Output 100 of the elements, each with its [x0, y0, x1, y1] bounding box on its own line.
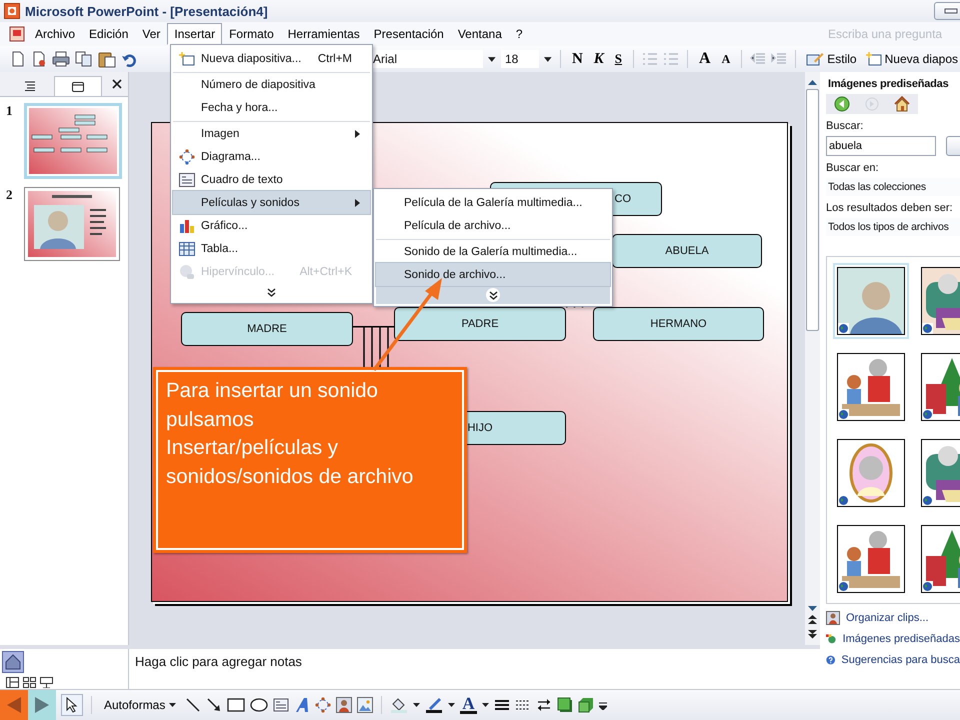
font-color-button[interactable]: A: [460, 696, 477, 714]
copy-icon[interactable]: [75, 51, 93, 67]
file-types-dropdown[interactable]: Todos los tipos de archivos: [826, 218, 960, 236]
text-box-icon[interactable]: [273, 697, 290, 713]
underline-button[interactable]: S: [612, 51, 626, 67]
arrow-icon[interactable]: [206, 697, 222, 713]
menu-item[interactable]: Presentación: [366, 23, 451, 45]
expand-icon[interactable]: [488, 290, 498, 300]
menu-item[interactable]: ?: [508, 23, 530, 45]
clip-art-link[interactable]: Imágenes prediseñadas: [826, 632, 960, 646]
minimize-button[interactable]: [934, 2, 960, 20]
pencil-icon: [806, 52, 824, 66]
search-field[interactable]: abuela: [826, 136, 936, 156]
menu-item[interactable]: Archivo: [28, 23, 82, 45]
caret-icon[interactable]: [413, 703, 420, 707]
help-icon: [826, 653, 836, 667]
menu-entry[interactable]: Fecha y hora...: [173, 96, 370, 119]
expand-icon[interactable]: [267, 288, 276, 296]
menu-entry[interactable]: Tabla...: [173, 237, 370, 260]
caret-icon[interactable]: [482, 703, 489, 707]
callout-text: Insertar/películas y: [166, 435, 340, 461]
organize-clips-link[interactable]: Organizar clips...: [826, 611, 960, 625]
menu-item[interactable]: Formato: [222, 23, 281, 45]
style-button[interactable]: Estilo: [804, 52, 859, 66]
rectangle-icon[interactable]: [227, 697, 246, 713]
menu-item[interactable]: Edición: [82, 23, 136, 45]
menu-entry[interactable]: Imagen: [173, 121, 370, 145]
arrow-style-icon[interactable]: [536, 697, 552, 713]
diagram-icon: [179, 148, 195, 164]
home-icon[interactable]: [894, 96, 910, 112]
question-field[interactable]: Escriba una pregunta: [826, 26, 960, 42]
menu-entry[interactable]: Número de diapositiva: [173, 72, 370, 96]
wordart-icon[interactable]: [294, 697, 310, 713]
person-icon: [826, 611, 840, 625]
callout-text: sonidos/sonidos de archivo: [166, 464, 414, 490]
sorter-view-icon[interactable]: [23, 677, 36, 688]
menu-entry[interactable]: Nueva diapositiva... Ctrl+M: [173, 47, 370, 70]
table-icon: [179, 242, 195, 256]
diagram-icon[interactable]: [315, 697, 332, 713]
increase-font-button[interactable]: A: [696, 50, 714, 68]
clip-art-icon[interactable]: [336, 697, 352, 713]
caret-icon[interactable]: [544, 56, 552, 62]
menu-entry[interactable]: Diagrama...: [173, 145, 370, 168]
image-icon[interactable]: [357, 697, 374, 713]
ellipse-icon[interactable]: [250, 697, 268, 713]
shadow-icon[interactable]: [556, 697, 573, 713]
menu-item[interactable]: Herramientas: [280, 23, 367, 45]
menu-entry[interactable]: Cuadro de texto: [173, 168, 370, 191]
menu-item[interactable]: Ventana: [450, 23, 509, 45]
document-icon[interactable]: [31, 51, 47, 67]
previous-slide-icon[interactable]: [808, 615, 817, 625]
italic-button[interactable]: K: [590, 50, 607, 68]
diagram-node: ABUELA: [612, 234, 762, 268]
close-icon[interactable]: [112, 79, 122, 89]
menu-entry[interactable]: Gráfico...: [173, 214, 370, 237]
print-icon[interactable]: [52, 51, 70, 67]
callout-text: Para insertar un sonido: [166, 378, 379, 404]
paste-icon[interactable]: [98, 50, 116, 68]
bold-button[interactable]: N: [568, 50, 586, 68]
search-label: Buscar:: [826, 120, 864, 132]
font-size-field[interactable]: 18: [500, 50, 540, 68]
slides-tab[interactable]: [54, 76, 102, 96]
callout-text: pulsamos: [166, 406, 255, 432]
new-slide-icon: [179, 52, 195, 66]
notes-field[interactable]: Haga clic para agregar notas: [128, 649, 820, 689]
normal-view-icon[interactable]: [6, 677, 19, 688]
menu-entry[interactable]: Película de archivo...: [376, 214, 610, 237]
new-document-icon[interactable]: [10, 51, 26, 67]
caret-icon: [169, 703, 176, 707]
line-style-icon[interactable]: [494, 697, 510, 713]
toolbar-options-icon[interactable]: [598, 700, 607, 710]
menu-item[interactable]: Insertar: [167, 23, 222, 45]
home-view-icon[interactable]: [2, 651, 24, 673]
next-slide-icon[interactable]: [808, 629, 817, 639]
search-tips-link[interactable]: Sugerencias para busca: [826, 653, 960, 667]
fill-color-icon[interactable]: [390, 697, 408, 713]
scroll-up-icon[interactable]: [808, 80, 817, 85]
diagram-node: MADRE: [181, 312, 353, 346]
collections-dropdown[interactable]: Todas las colecciones: [826, 178, 960, 196]
window-title: Microsoft PowerPoint - [Presentación4]: [25, 4, 268, 18]
line-color-icon[interactable]: [425, 697, 444, 713]
scrollbar[interactable]: [805, 72, 820, 645]
autoshapes-button[interactable]: Autoformas: [100, 698, 180, 712]
diagram-node: PADRE: [394, 307, 566, 341]
new-slide-button[interactable]: Nueva diapos: [864, 52, 960, 66]
back-icon[interactable]: [834, 96, 850, 112]
menu-entry[interactable]: Sonido de archivo...: [376, 263, 610, 286]
chart-icon: [179, 218, 195, 234]
new-slide-icon: [866, 52, 882, 66]
cube-icon[interactable]: [578, 697, 594, 713]
slideshow-icon[interactable]: [40, 677, 53, 688]
select-button[interactable]: [61, 694, 83, 716]
menu-entry[interactable]: Películas y sonidos: [173, 191, 370, 214]
clip-thumbnail[interactable]: [833, 263, 909, 339]
caret-icon[interactable]: [488, 56, 496, 62]
line-icon[interactable]: [185, 697, 202, 713]
scroll-down-icon[interactable]: [808, 606, 817, 611]
menu-item[interactable]: Ver: [135, 23, 168, 45]
decrease-font-button[interactable]: A: [718, 52, 734, 66]
caret-icon[interactable]: [448, 703, 456, 707]
